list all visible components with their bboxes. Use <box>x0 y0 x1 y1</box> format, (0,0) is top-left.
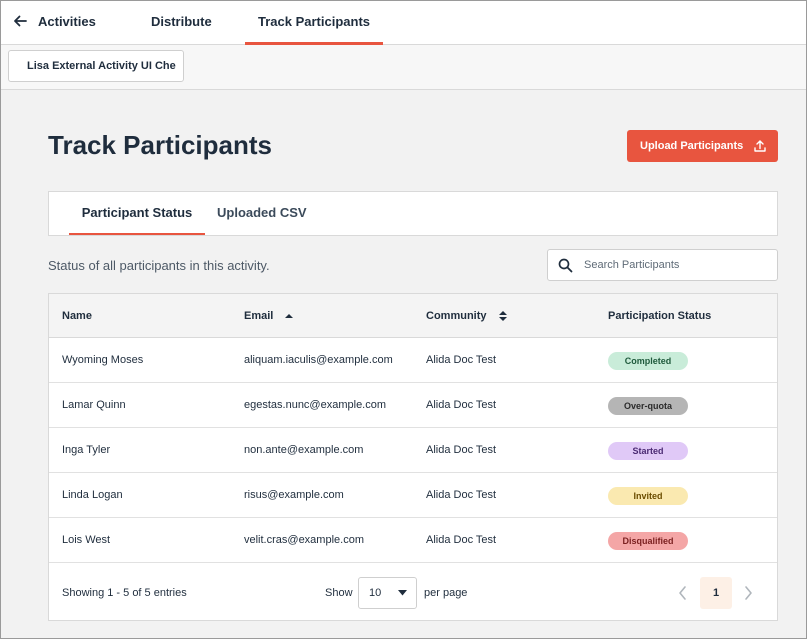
cell-email: aliquam.iaculis@example.com <box>244 354 393 366</box>
sort-ascending-icon[interactable] <box>284 310 294 322</box>
cell-email: egestas.nunc@example.com <box>244 399 387 411</box>
search-box <box>547 249 778 281</box>
activity-bar: Lisa External Activity UI Che <box>0 45 807 90</box>
header-community[interactable]: Community <box>426 294 508 338</box>
per-page-value: 10 <box>369 587 382 599</box>
cell-email: velit.cras@example.com <box>244 534 364 546</box>
cell-community: Alida Doc Test <box>426 399 497 411</box>
header-email[interactable]: Email <box>244 294 294 338</box>
cell-name: Wyoming Moses <box>62 354 144 366</box>
table-header: Name Email Community Participation Statu… <box>49 294 777 338</box>
cell-name: Linda Logan <box>62 489 123 501</box>
upload-participants-button[interactable]: Upload Participants <box>627 130 778 162</box>
table-description: Status of all participants in this activ… <box>48 258 270 273</box>
chevron-down-icon <box>398 590 407 596</box>
header-email-label: Email <box>244 310 274 322</box>
status-badge: Invited <box>608 487 688 505</box>
show-label: Show <box>325 587 353 599</box>
chevron-right-icon[interactable] <box>741 584 755 602</box>
cell-name: Lois West <box>62 534 111 546</box>
page-number-current[interactable]: 1 <box>700 577 732 609</box>
table-row: Inga Tyler non.ante@example.com Alida Do… <box>49 428 777 473</box>
header-name[interactable]: Name <box>62 294 92 338</box>
entries-count: Showing 1 - 5 of 5 entries <box>62 587 187 599</box>
cell-community: Alida Doc Test <box>426 534 497 546</box>
tabs: Participant Status Uploaded CSV <box>48 191 778 236</box>
search-icon <box>558 258 573 273</box>
upload-icon <box>754 140 766 152</box>
cell-community: Alida Doc Test <box>426 444 497 456</box>
cell-email: non.ante@example.com <box>244 444 364 456</box>
cell-name: Lamar Quinn <box>62 399 126 411</box>
cell-email: risus@example.com <box>244 489 344 501</box>
page-title: Track Participants <box>48 130 272 160</box>
participants-table: Name Email Community Participation Statu… <box>48 293 778 621</box>
table-row: Linda Logan risus@example.com Alida Doc … <box>49 473 777 518</box>
nav-track-participants[interactable]: Track Participants <box>245 0 383 45</box>
sort-icon[interactable] <box>498 310 508 322</box>
top-nav: Activities Distribute Track Participants <box>0 0 807 45</box>
status-badge: Disqualified <box>608 532 688 550</box>
status-badge: Over-quota <box>608 397 688 415</box>
status-badge: Completed <box>608 352 688 370</box>
tab-uploaded-csv[interactable]: Uploaded CSV <box>217 192 307 235</box>
cell-community: Alida Doc Test <box>426 489 497 501</box>
cell-name: Inga Tyler <box>62 444 111 456</box>
tab-participant-status[interactable]: Participant Status <box>69 192 205 235</box>
header-participation-status[interactable]: Participation Status <box>608 294 711 338</box>
nav-distribute[interactable]: Distribute <box>151 0 212 45</box>
table-row: Lois West velit.cras@example.com Alida D… <box>49 518 777 563</box>
table-row: Lamar Quinn egestas.nunc@example.com Ali… <box>49 383 777 428</box>
chevron-left-icon[interactable] <box>676 584 690 602</box>
upload-button-label: Upload Participants <box>640 140 744 152</box>
back-arrow-icon[interactable] <box>12 13 28 29</box>
table-row: Wyoming Moses aliquam.iaculis@example.co… <box>49 338 777 383</box>
cell-community: Alida Doc Test <box>426 354 497 366</box>
search-input[interactable] <box>584 250 772 280</box>
per-page-label: per page <box>424 587 468 599</box>
status-badge: Started <box>608 442 688 460</box>
header-community-label: Community <box>426 310 487 322</box>
table-footer: Showing 1 - 5 of 5 entries Show 10 per p… <box>49 564 777 620</box>
activity-selector[interactable]: Lisa External Activity UI Che <box>8 50 184 82</box>
nav-activities[interactable]: Activities <box>38 0 96 45</box>
per-page-select[interactable]: 10 <box>358 577 417 609</box>
